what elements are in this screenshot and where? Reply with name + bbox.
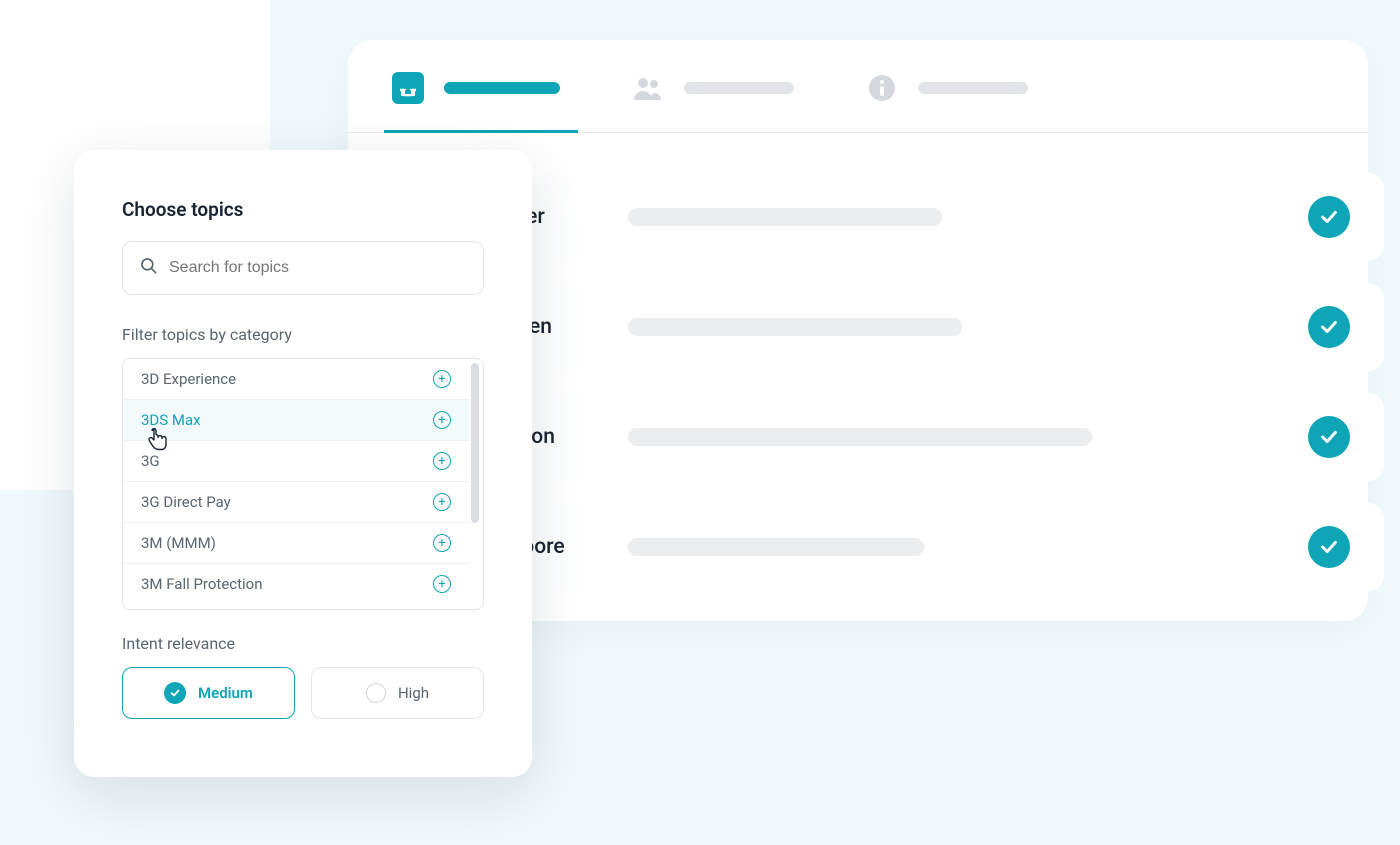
search-input[interactable]	[169, 259, 467, 277]
search-input-wrap[interactable]	[122, 241, 484, 295]
topic-label: 3M Fall Protection	[141, 575, 263, 593]
topic-item[interactable]: 3DS Max +	[123, 400, 469, 441]
intent-option-label: High	[398, 684, 429, 702]
check-icon[interactable]	[1308, 306, 1350, 348]
topic-item[interactable]: 3G +	[123, 441, 469, 482]
add-icon[interactable]: +	[433, 534, 451, 552]
add-icon[interactable]: +	[433, 493, 451, 511]
tab-people[interactable]	[630, 70, 794, 132]
radio-checked-icon	[164, 682, 186, 704]
panel-title: Choose topics	[122, 198, 484, 221]
intent-options: Medium High	[122, 667, 484, 719]
topic-label: 3G	[141, 452, 160, 470]
check-icon[interactable]	[1308, 416, 1350, 458]
detail-placeholder	[628, 318, 962, 336]
people-icon	[630, 70, 666, 106]
add-icon[interactable]: +	[433, 411, 451, 429]
search-icon	[139, 256, 159, 280]
add-icon[interactable]: +	[433, 370, 451, 388]
filter-label: Filter topics by category	[122, 325, 484, 344]
scrollbar[interactable]	[471, 363, 479, 605]
tab-placeholder	[684, 82, 794, 94]
topic-item[interactable]: 3M Fall Protection +	[123, 564, 469, 604]
detail-placeholder	[628, 428, 1092, 446]
check-icon[interactable]	[1308, 196, 1350, 238]
add-icon[interactable]: +	[433, 452, 451, 470]
detail-placeholder	[628, 538, 924, 556]
tab-bar	[348, 40, 1368, 133]
check-icon[interactable]	[1308, 526, 1350, 568]
tab-placeholder	[444, 82, 560, 94]
topic-label: 3D Experience	[141, 370, 236, 388]
intent-option-medium[interactable]: Medium	[122, 667, 295, 719]
add-icon[interactable]: +	[433, 575, 451, 593]
radio-empty-icon	[366, 683, 386, 703]
intent-label: Intent relevance	[122, 634, 484, 653]
tab-info[interactable]	[864, 70, 1028, 132]
intent-option-high[interactable]: High	[311, 667, 484, 719]
intent-option-label: Medium	[198, 684, 253, 702]
info-icon	[864, 70, 900, 106]
inbox-icon	[390, 70, 426, 106]
tab-primary[interactable]	[390, 70, 560, 132]
topic-label: 3G Direct Pay	[141, 493, 231, 511]
filter-panel: Choose topics Filter topics by category …	[74, 150, 532, 777]
detail-placeholder	[628, 208, 942, 226]
topic-list: 3D Experience + 3DS Max + 3G + 3G Direct…	[122, 358, 484, 610]
topic-label: 3DS Max	[141, 411, 201, 429]
scrollbar-thumb[interactable]	[471, 363, 479, 523]
topic-item[interactable]: 3M (MMM) +	[123, 523, 469, 564]
topic-label: 3M (MMM)	[141, 534, 216, 552]
tab-placeholder	[918, 82, 1028, 94]
topic-item[interactable]: 3G Direct Pay +	[123, 482, 469, 523]
topic-item[interactable]: 3D Experience +	[123, 359, 469, 400]
